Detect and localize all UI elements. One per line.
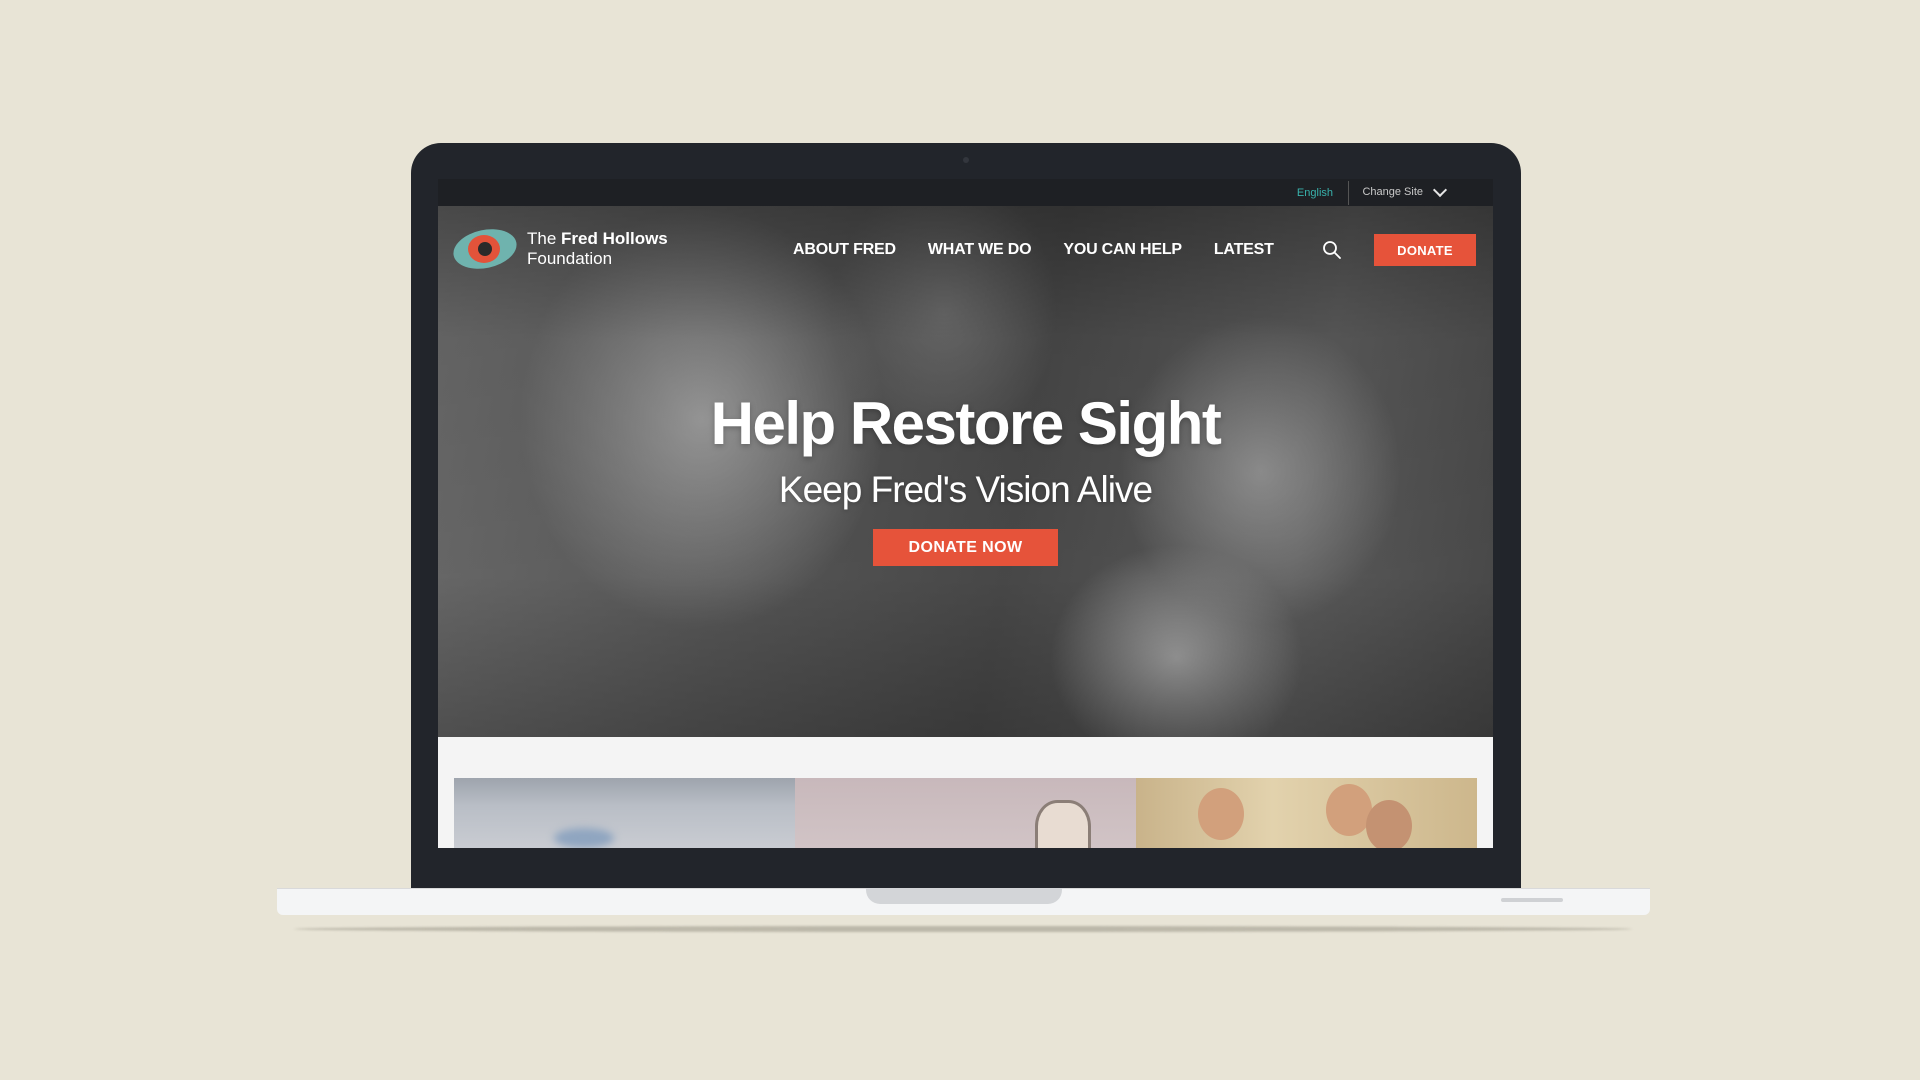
logo-line1-prefix: The (527, 229, 562, 248)
logo[interactable]: The Fred Hollows Foundation (449, 223, 668, 275)
camera (963, 157, 969, 163)
laptop-shadow (294, 926, 1632, 932)
card-photo-face (1198, 788, 1244, 840)
main-nav: The Fred Hollows Foundation ABOUT FRED W… (438, 206, 1493, 276)
logo-line1-bold: Fred Hollows (561, 229, 668, 248)
chevron-down-icon (1432, 182, 1448, 197)
nav-item-latest[interactable]: LATEST (1214, 241, 1274, 259)
laptop-notch (866, 888, 1062, 904)
utility-bar: English Change Site (438, 179, 1493, 206)
logo-line2: Foundation (527, 249, 613, 268)
change-site-label: Change Site (1362, 186, 1423, 198)
feature-cards (454, 778, 1477, 848)
laptop-screen: English Change Site The Fred Hollows Fou… (438, 179, 1493, 848)
laptop-slot (1501, 898, 1563, 902)
feature-card[interactable] (454, 778, 795, 848)
card-photo-face (1366, 800, 1412, 848)
nav-item-about-fred[interactable]: ABOUT FRED (793, 241, 896, 259)
feature-card[interactable] (795, 778, 1136, 848)
nav-item-what-we-do[interactable]: WHAT WE DO (928, 241, 1032, 259)
nav-links: ABOUT FRED WHAT WE DO YOU CAN HELP LATES… (793, 241, 1274, 259)
feature-card[interactable] (1136, 778, 1477, 848)
search-icon[interactable] (1322, 240, 1342, 260)
utility-divider (1348, 181, 1349, 205)
change-site-dropdown[interactable]: Change Site (1362, 182, 1448, 198)
language-link[interactable]: English (1297, 187, 1333, 199)
laptop-lid: English Change Site The Fred Hollows Fou… (411, 143, 1521, 898)
donate-now-button[interactable]: DONATE NOW (873, 529, 1058, 566)
logo-text: The Fred Hollows Foundation (527, 229, 668, 269)
hero-title: Help Restore Sight (710, 390, 1222, 457)
donate-button[interactable]: DONATE (1374, 234, 1476, 266)
hero-subtitle: Keep Fred's Vision Alive (778, 469, 1153, 510)
nav-item-you-can-help[interactable]: YOU CAN HELP (1063, 241, 1182, 259)
logo-eye-icon (449, 223, 521, 275)
